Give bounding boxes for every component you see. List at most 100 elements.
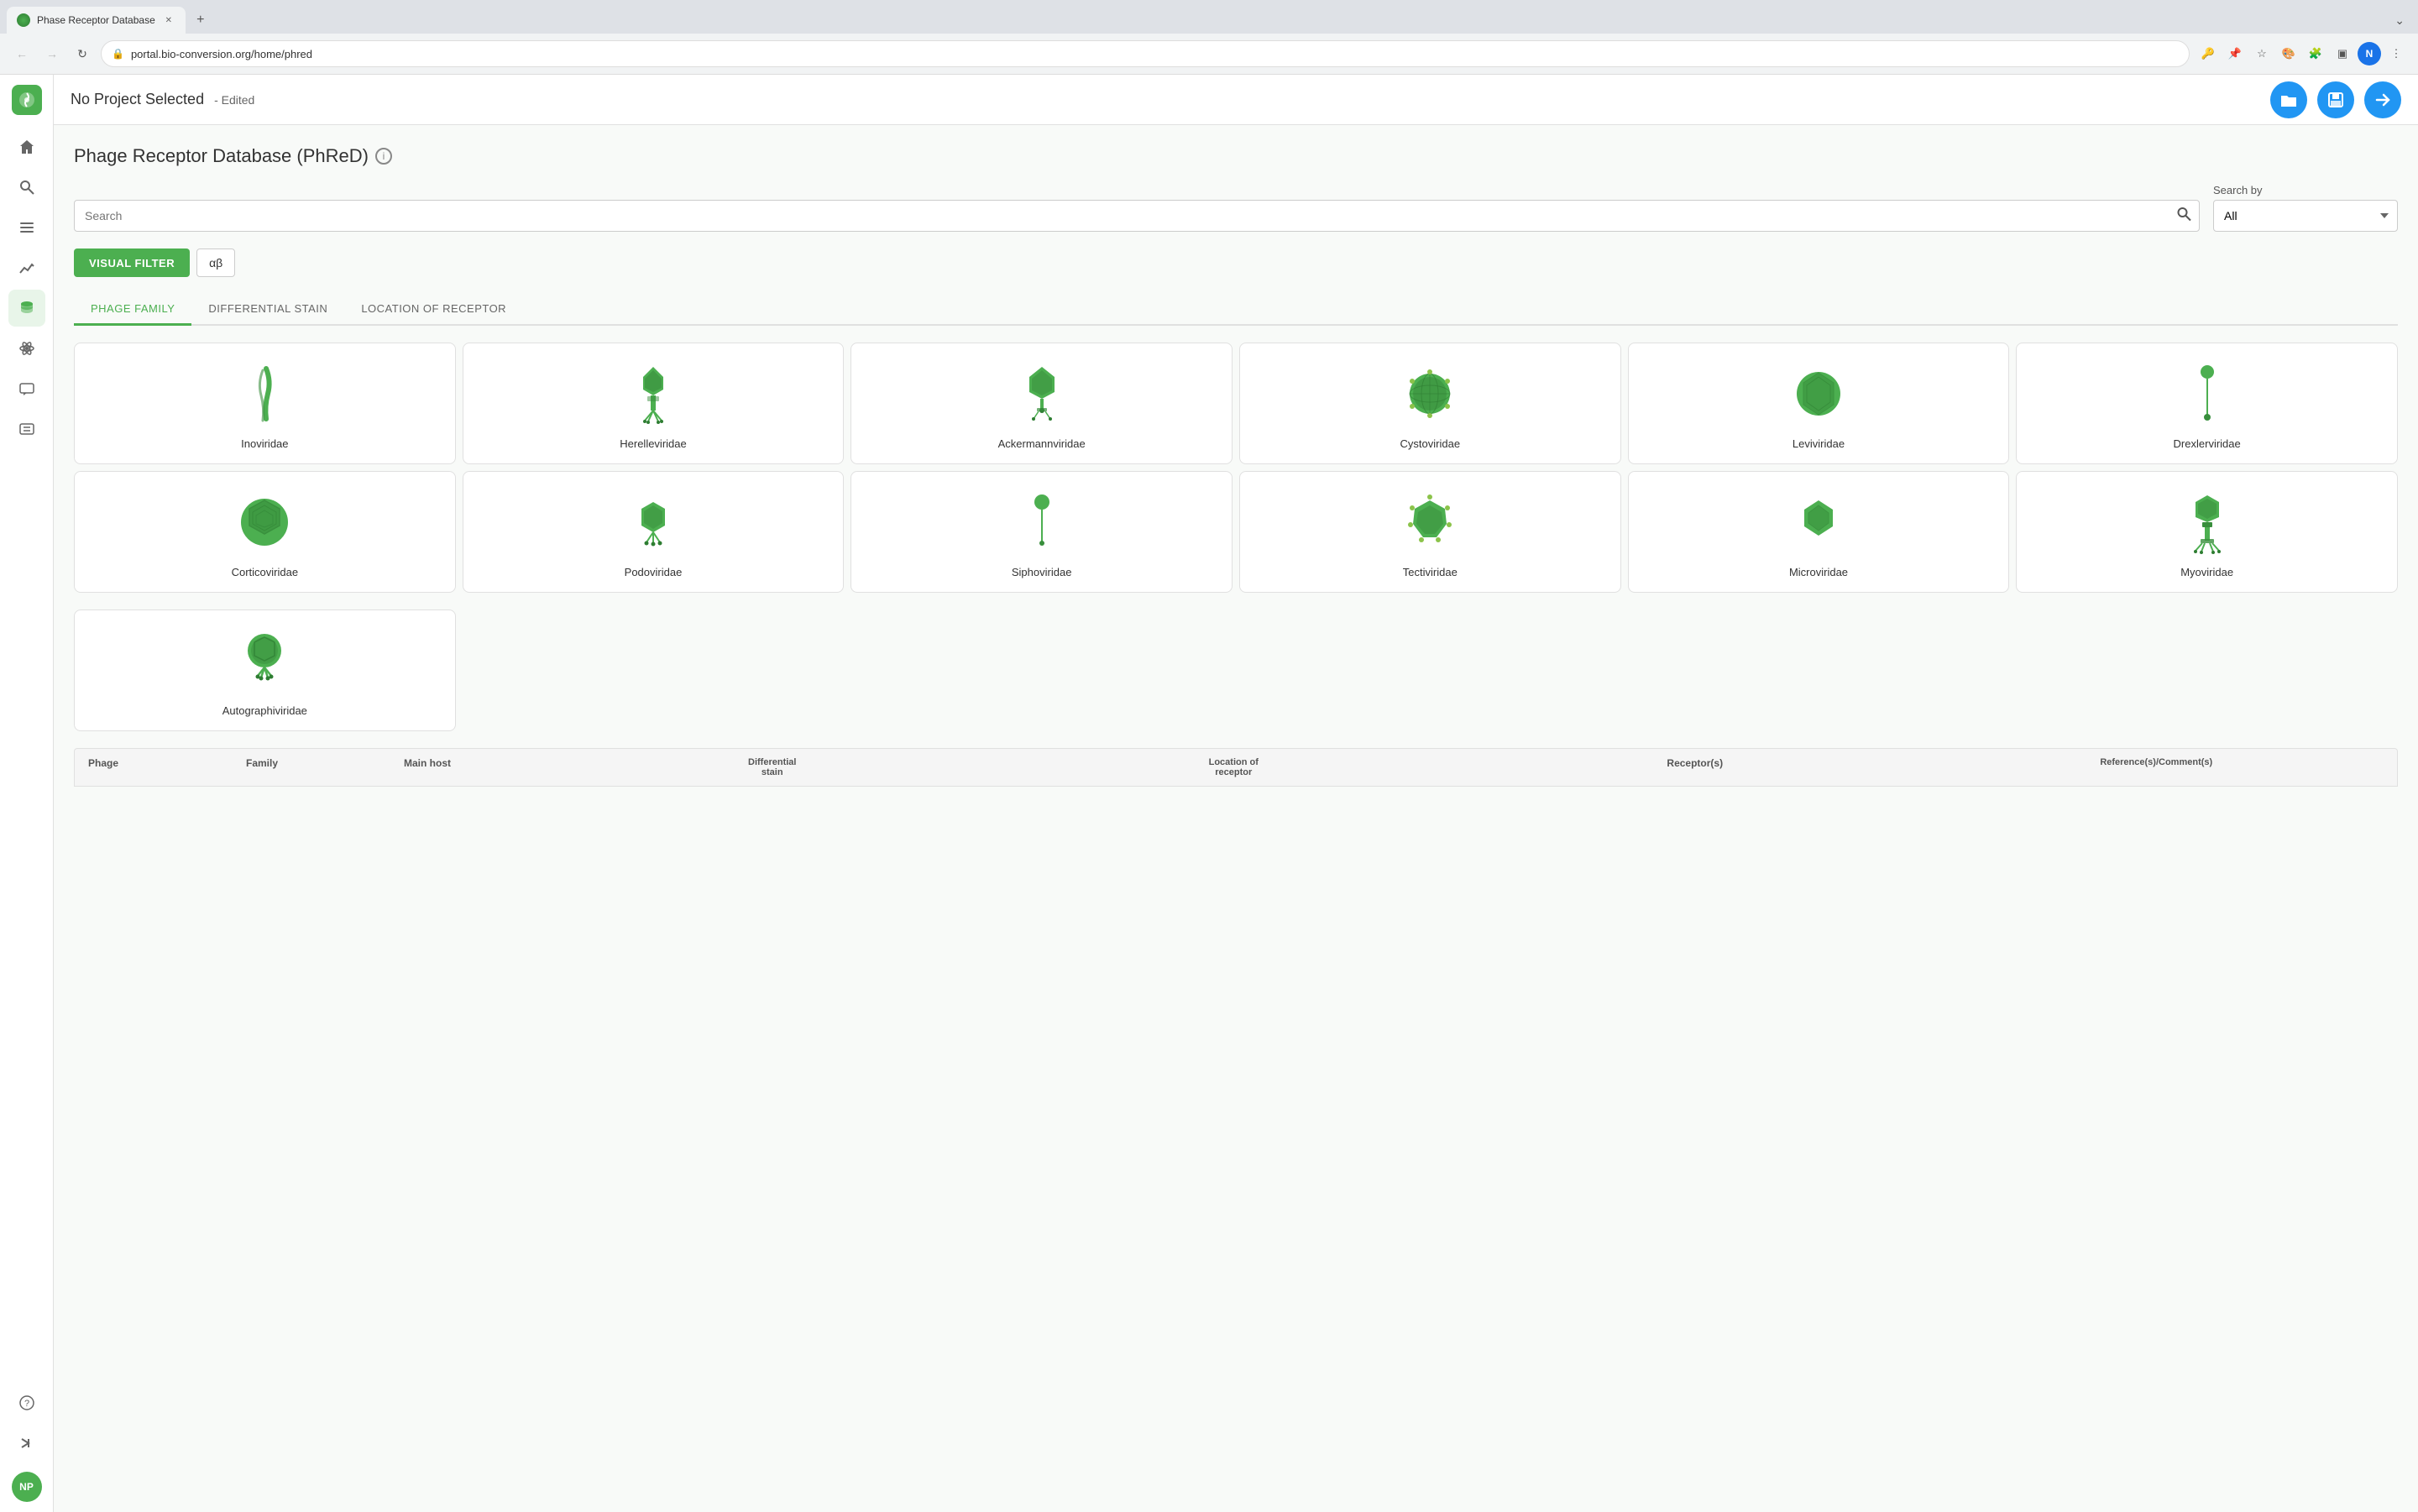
main-content: Phage Receptor Database (PhReD) i Search…	[54, 125, 2418, 1512]
phage-illustration-corticoviridae	[231, 489, 298, 556]
sidebar-item-home[interactable]	[8, 128, 45, 165]
phage-card-corticoviridae[interactable]: Corticoviridae	[74, 471, 456, 593]
phage-illustration-tectiviridae	[1396, 489, 1463, 556]
phage-name-autographiviridae: Autographiviridae	[222, 704, 307, 717]
sidebar-item-forward[interactable]	[8, 1425, 45, 1462]
tab-menu-button[interactable]: ⌄	[2388, 10, 2411, 31]
back-button[interactable]: ←	[10, 42, 34, 65]
phage-illustration-leviviridae	[1785, 360, 1852, 427]
profile-button[interactable]: N	[2358, 42, 2381, 65]
search-by-group: Search by All Phage Family Host Receptor	[2213, 184, 2398, 232]
phage-grid: Inoviridae	[74, 343, 2398, 593]
phage-illustration-siphoviridae	[1008, 489, 1076, 556]
phage-card-ackermannviridae[interactable]: Ackermannviridae	[850, 343, 1233, 464]
phage-card-siphoviridae[interactable]: Siphoviridae	[850, 471, 1233, 593]
browser-chrome: Phase Receptor Database ✕ + ⌄ ← → ↻ 🔒 po…	[0, 0, 2418, 75]
app-layout: ? NP No Project Selected - Edited P	[0, 75, 2418, 1512]
window-icon[interactable]: ▣	[2331, 42, 2354, 65]
edited-badge: - Edited	[214, 93, 254, 107]
search-button[interactable]	[2176, 207, 2191, 226]
phage-card-podoviridae[interactable]: Podoviridae	[463, 471, 845, 593]
tab-location-of-receptor[interactable]: LOCATION OF RECEPTOR	[344, 294, 523, 326]
sidebar: ? NP	[0, 75, 54, 1512]
reload-button[interactable]: ↻	[71, 42, 94, 65]
share-button[interactable]	[2364, 81, 2401, 118]
tab-differential-stain[interactable]: DIFFERENTIAL STAIN	[191, 294, 344, 326]
sidebar-item-layers[interactable]	[8, 209, 45, 246]
search-by-label: Search by	[2213, 184, 2398, 196]
search-by-select[interactable]: All Phage Family Host Receptor	[2213, 200, 2398, 232]
top-bar: No Project Selected - Edited	[54, 75, 2418, 125]
sidebar-item-search[interactable]	[8, 169, 45, 206]
sidebar-item-analytics[interactable]	[8, 249, 45, 286]
extensions-icon[interactable]: 🧩	[2304, 42, 2327, 65]
col-header-phage: Phage	[88, 757, 239, 777]
address-bar[interactable]: 🔒 portal.bio-conversion.org/home/phred	[101, 40, 2190, 67]
phage-name-siphoviridae: Siphoviridae	[1012, 566, 1072, 578]
page-title: Phage Receptor Database (PhReD)	[74, 145, 369, 167]
sidebar-item-database[interactable]	[8, 290, 45, 327]
key-icon[interactable]: 🔑	[2196, 42, 2220, 65]
url-text: portal.bio-conversion.org/home/phred	[131, 48, 2179, 60]
filter-tabs: PHAGE FAMILY DIFFERENTIAL STAIN LOCATION…	[74, 294, 2398, 326]
phage-name-microviridae: Microviridae	[1789, 566, 1848, 578]
phage-name-podoviridae: Podoviridae	[625, 566, 683, 578]
project-title: No Project Selected	[71, 91, 204, 108]
phage-card-inoviridae[interactable]: Inoviridae	[74, 343, 456, 464]
sidebar-item-messages[interactable]	[8, 370, 45, 407]
info-icon[interactable]: i	[375, 148, 392, 165]
col-header-location: Location of receptor	[1007, 757, 1462, 777]
phage-card-tectiviridae[interactable]: Tectiviridae	[1239, 471, 1621, 593]
bookmark-icon[interactable]: 📌	[2223, 42, 2247, 65]
phage-illustration-herelleviridae	[620, 360, 687, 427]
phage-name-tectiviridae: Tectiviridae	[1403, 566, 1458, 578]
phage-card-microviridae[interactable]: Microviridae	[1628, 471, 2010, 593]
alpha-filter-button[interactable]: αβ	[196, 249, 235, 277]
phage-card-myoviridae[interactable]: Myoviridae	[2016, 471, 2398, 593]
phage-card-cystoviridae[interactable]: Cystoviridae	[1239, 343, 1621, 464]
nav-icons: 🔑 📌 ☆ 🎨 🧩 ▣ N ⋮	[2196, 42, 2408, 65]
user-avatar[interactable]: NP	[12, 1472, 42, 1502]
phage-card-leviviridae[interactable]: Leviviridae	[1628, 343, 2010, 464]
col-header-family: Family	[246, 757, 397, 777]
svg-text:?: ?	[24, 1399, 29, 1409]
search-input[interactable]	[74, 200, 2200, 232]
sidebar-item-atom[interactable]	[8, 330, 45, 367]
search-row: Search by All Phage Family Host Receptor	[74, 184, 2398, 232]
forward-button[interactable]: →	[40, 42, 64, 65]
phage-name-drexlerviridae: Drexlerviridae	[2174, 437, 2241, 450]
col-header-host: Main host	[404, 757, 538, 777]
table-header: Phage Family Main host Differential stai…	[74, 748, 2398, 787]
chrome-menu-button[interactable]: ⋮	[2384, 42, 2408, 65]
page-header: Phage Receptor Database (PhReD) i	[74, 145, 2398, 167]
phage-illustration-autographiviridae	[231, 627, 298, 694]
col-header-receptors: Receptor(s)	[1468, 757, 1923, 777]
col-header-references: Reference(s)/Comment(s)	[1929, 757, 2384, 777]
colorpicker-icon[interactable]: 🎨	[2277, 42, 2300, 65]
filter-row: VISUAL FILTER αβ	[74, 249, 2398, 277]
new-tab-button[interactable]: +	[189, 8, 212, 32]
tab-close-button[interactable]: ✕	[162, 13, 175, 27]
tab-phage-family[interactable]: PHAGE FAMILY	[74, 294, 191, 326]
tab-title: Phase Receptor Database	[37, 14, 155, 26]
phage-name-ackermannviridae: Ackermannviridae	[998, 437, 1086, 450]
visual-filter-button[interactable]: VISUAL FILTER	[74, 249, 190, 277]
phage-illustration-podoviridae	[620, 489, 687, 556]
sidebar-item-help[interactable]: ?	[8, 1384, 45, 1421]
app-logo[interactable]	[12, 85, 42, 115]
star-icon[interactable]: ☆	[2250, 42, 2274, 65]
open-folder-button[interactable]	[2270, 81, 2307, 118]
phage-illustration-inoviridae	[231, 360, 298, 427]
phage-illustration-drexlerviridae	[2174, 360, 2241, 427]
phage-card-herelleviridae[interactable]: Herelleviridae	[463, 343, 845, 464]
nav-bar: ← → ↻ 🔒 portal.bio-conversion.org/home/p…	[0, 34, 2418, 74]
phage-illustration-ackermannviridae	[1008, 360, 1076, 427]
phage-name-myoviridae: Myoviridae	[2180, 566, 2233, 578]
phage-card-drexlerviridae[interactable]: Drexlerviridae	[2016, 343, 2398, 464]
active-tab[interactable]: Phase Receptor Database ✕	[7, 7, 186, 34]
phage-illustration-myoviridae	[2174, 489, 2241, 556]
sidebar-item-list[interactable]	[8, 411, 45, 447]
phage-illustration-cystoviridae	[1396, 360, 1463, 427]
save-button[interactable]	[2317, 81, 2354, 118]
phage-card-autographiviridae[interactable]: Autographiviridae	[74, 610, 456, 731]
